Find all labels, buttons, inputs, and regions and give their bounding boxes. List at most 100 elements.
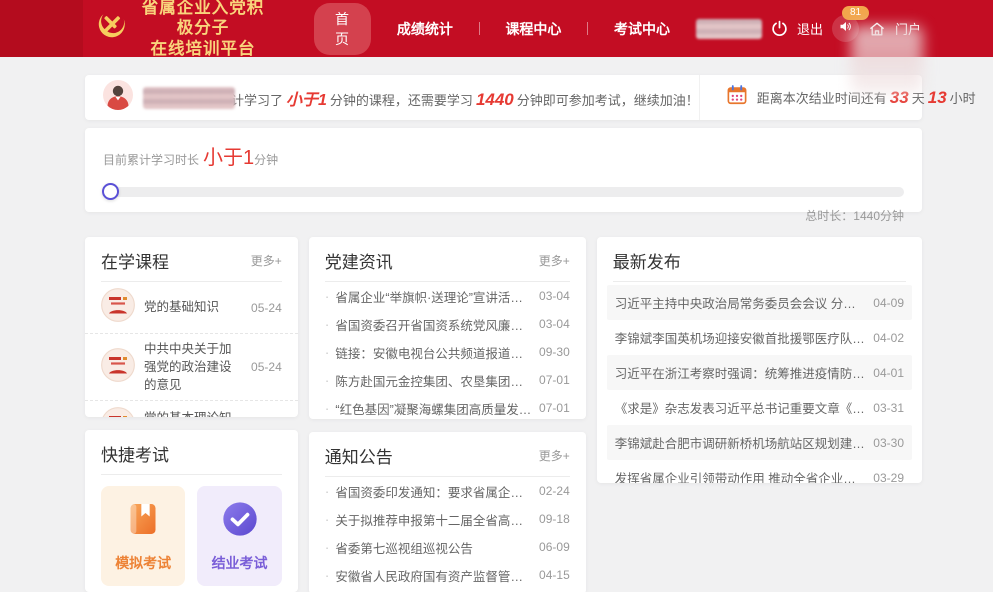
notice-item[interactable]: · 省委第七巡视组巡视公告 06-09 bbox=[309, 533, 586, 561]
study-progress-text: 已累计学习了小于1分钟的课程，还需要学习1440分钟即可参加考试，继续加油！ bbox=[205, 86, 699, 110]
courses-title: 在学课程 bbox=[101, 248, 169, 273]
final-exam-label: 结业考试 bbox=[212, 553, 268, 573]
course-item[interactable]: 党的基本理论知识学习手册 05-24 bbox=[85, 400, 298, 417]
latest-post-date: 03-29 bbox=[865, 471, 904, 484]
notices-title: 通知公告 bbox=[325, 443, 393, 468]
main-content: 已累计学习了小于1分钟的课程，还需要学习1440分钟即可参加考试，继续加油！ bbox=[85, 75, 922, 592]
news-item[interactable]: · 省属企业“举旗帜·送理论”宣讲活动走进华安... 03-04 bbox=[309, 282, 586, 310]
news-item[interactable]: · “红色基因”凝聚海螺集团高质量发展磅礴力... 07-01 bbox=[309, 394, 586, 419]
news-item[interactable]: · 链接：安徽电视台公共频道报道徽商职业学院... 09-30 bbox=[309, 338, 586, 366]
latest-posts-header: 最新发布 bbox=[597, 237, 922, 281]
news-title: 链接：安徽电视台公共频道报道徽商职业学院... bbox=[335, 343, 533, 362]
bullet-icon: · bbox=[325, 539, 330, 555]
latest-post-item[interactable]: 发挥省属企业引领带动作用 推动全省企业尽快... 03-29 bbox=[607, 460, 912, 483]
portal-link[interactable]: 门户 bbox=[895, 19, 921, 38]
quick-exam-card: 快捷考试 bbox=[85, 430, 298, 592]
latest-post-title: 习近平主持中央政治局常务委员会会议 分析国... bbox=[615, 293, 866, 312]
progress-unit: 分钟 bbox=[254, 151, 278, 168]
bullet-icon: · bbox=[325, 316, 330, 332]
news-item[interactable]: · 陈方赴国元金控集团、农垦集团调研督导 07-01 bbox=[309, 366, 586, 394]
power-icon[interactable] bbox=[771, 20, 788, 37]
notice-item[interactable]: · 安徽省人民政府国有资产监督管理委员会网站... 04-15 bbox=[309, 561, 586, 589]
course-item[interactable]: 中共中央关于加强党的政治建设的意见 05-24 bbox=[85, 333, 298, 400]
notice-date: 04-15 bbox=[539, 568, 570, 582]
calendar-icon bbox=[726, 84, 748, 111]
exam-tiles: 模拟考试 bbox=[85, 475, 298, 592]
bullet-icon: · bbox=[325, 344, 330, 360]
username-redacted bbox=[143, 87, 235, 109]
latest-post-item[interactable]: 李锦斌赴合肥市调研新桥机场航站区规划建设... 03-30 bbox=[607, 425, 912, 460]
notices-more-link[interactable]: 更多+ bbox=[539, 447, 570, 464]
username-redacted bbox=[696, 19, 762, 39]
home-icon[interactable] bbox=[868, 20, 886, 38]
bullet-icon: · bbox=[325, 483, 330, 499]
progress-slider-thumb[interactable] bbox=[102, 183, 119, 200]
header: 省属企业入党积极分子 在线培训平台 首页 成绩统计 课程中心 考试中心 退出 bbox=[0, 0, 993, 57]
bullet-icon: · bbox=[325, 288, 330, 304]
latest-post-item[interactable]: 《求是》杂志发表习近平总书记重要文章《在... 03-31 bbox=[607, 390, 912, 425]
study-minutes-value: 小于1 bbox=[283, 92, 330, 109]
nav-home[interactable]: 首页 bbox=[314, 3, 371, 55]
notice-item[interactable]: · 省国资委印发通知：要求省属企业认真贯彻落... 02-24 bbox=[309, 477, 586, 505]
latest-post-date: 04-09 bbox=[865, 296, 904, 310]
course-title: 党的基本理论知识学习手册 bbox=[144, 409, 242, 417]
nav-score-stats[interactable]: 成绩统计 bbox=[371, 19, 479, 39]
news-date: 07-01 bbox=[539, 373, 570, 387]
notice-item[interactable]: · 关于拟推荐申报第十二届全省高技能人才评选... 09-18 bbox=[309, 505, 586, 533]
check-circle-icon bbox=[220, 499, 260, 544]
course-cover-thumbnail bbox=[101, 348, 135, 387]
party-news-card: 党建资讯 更多+ · 省属企业“举旗帜·送理论”宣讲活动走进华安... 03-0… bbox=[309, 237, 586, 419]
notice-title: 省委第七巡视组巡视公告 bbox=[335, 538, 533, 557]
party-news-more-link[interactable]: 更多+ bbox=[539, 252, 570, 269]
nav-exam-center[interactable]: 考试中心 bbox=[588, 19, 696, 39]
latest-posts-list: 习近平主持中央政治局常务委员会会议 分析国... 04-09 李锦斌李国英机场迎… bbox=[597, 282, 922, 483]
dashboard-columns: 在学课程 更多+ 党的基础知识 bbox=[85, 237, 922, 592]
latest-post-title: 发挥省属企业引领带动作用 推动全省企业尽快... bbox=[615, 468, 866, 483]
progress-label-row: 目前累计学习时长 小于1 分钟 bbox=[103, 141, 904, 170]
nav-course-center[interactable]: 课程中心 bbox=[479, 19, 587, 39]
courses-more-link[interactable]: 更多+ bbox=[251, 252, 282, 269]
page: 省属企业入党积极分子 在线培训平台 首页 成绩统计 课程中心 考试中心 退出 bbox=[0, 0, 993, 592]
latest-post-date: 03-31 bbox=[865, 401, 904, 415]
latest-post-date: 04-01 bbox=[865, 366, 904, 380]
announcement-button[interactable]: 81 bbox=[832, 15, 859, 42]
column-middle: 党建资讯 更多+ · 省属企业“举旗帜·送理论”宣讲活动走进华安... 03-0… bbox=[309, 237, 586, 592]
course-date: 05-24 bbox=[251, 301, 282, 315]
notice-date: 06-09 bbox=[539, 540, 570, 554]
study-summary-bar: 已累计学习了小于1分钟的课程，还需要学习1440分钟即可参加考试，继续加油！ bbox=[85, 75, 922, 120]
progress-label: 目前累计学习时长 bbox=[103, 151, 199, 168]
latest-post-item[interactable]: 李锦斌李国英机场迎接安徽首批援鄂医疗队凯... 04-02 bbox=[607, 320, 912, 355]
notice-date: 09-18 bbox=[539, 512, 570, 526]
latest-post-item[interactable]: 习近平在浙江考察时强调：统筹推进疫情防控... 04-01 bbox=[607, 355, 912, 390]
column-left: 在学课程 更多+ 党的基础知识 bbox=[85, 237, 298, 592]
courses-header: 在学课程 更多+ bbox=[85, 237, 298, 281]
mock-exam-tile[interactable]: 模拟考试 bbox=[101, 486, 185, 586]
course-title: 中共中央关于加强党的政治建设的意见 bbox=[144, 340, 242, 394]
mock-exam-label: 模拟考试 bbox=[115, 553, 171, 573]
course-item[interactable]: 党的基础知识 05-24 bbox=[85, 282, 298, 333]
progress-total-label: 总时长：1440分钟 bbox=[103, 207, 904, 224]
app-title-line2: 在线培训平台 bbox=[138, 39, 268, 60]
main-nav: 首页 成绩统计 课程中心 考试中心 bbox=[314, 3, 696, 55]
logout-button[interactable]: 退出 bbox=[797, 19, 823, 38]
progress-slider-track[interactable] bbox=[103, 187, 904, 197]
countdown-hours: 13 bbox=[925, 88, 950, 107]
news-title: “红色基因”凝聚海螺集团高质量发展磅礴力... bbox=[335, 399, 533, 418]
notices-header: 通知公告 更多+ bbox=[309, 432, 586, 476]
notice-title: 安徽省人民政府国有资产监督管理委员会网站... bbox=[335, 566, 533, 585]
latest-post-title: 李锦斌赴合肥市调研新桥机场航站区规划建设... bbox=[615, 433, 866, 452]
countdown-days-unit: 天 bbox=[912, 91, 925, 106]
party-news-header: 党建资讯 更多+ bbox=[309, 237, 586, 281]
quick-exam-header: 快捷考试 bbox=[85, 430, 298, 474]
news-item[interactable]: · 省国资委召开省国资系统党风廉政建设和反腐... 03-04 bbox=[309, 310, 586, 338]
news-title: 省属企业“举旗帜·送理论”宣讲活动走进华安... bbox=[335, 287, 533, 306]
countdown-text: 距离本次结业时间还有33天13小时 bbox=[757, 88, 976, 108]
courses-card: 在学课程 更多+ 党的基础知识 bbox=[85, 237, 298, 417]
app-title-line1: 省属企业入党积极分子 bbox=[138, 0, 268, 39]
final-exam-tile[interactable]: 结业考试 bbox=[197, 486, 281, 586]
notice-title: 关于拟推荐申报第十二届全省高技能人才评选... bbox=[335, 510, 533, 529]
latest-post-date: 03-30 bbox=[865, 436, 904, 450]
latest-post-item[interactable]: 习近平主持中央政治局常务委员会会议 分析国... 04-09 bbox=[607, 285, 912, 320]
notification-badge: 81 bbox=[842, 6, 869, 20]
bullet-icon: · bbox=[325, 511, 330, 527]
